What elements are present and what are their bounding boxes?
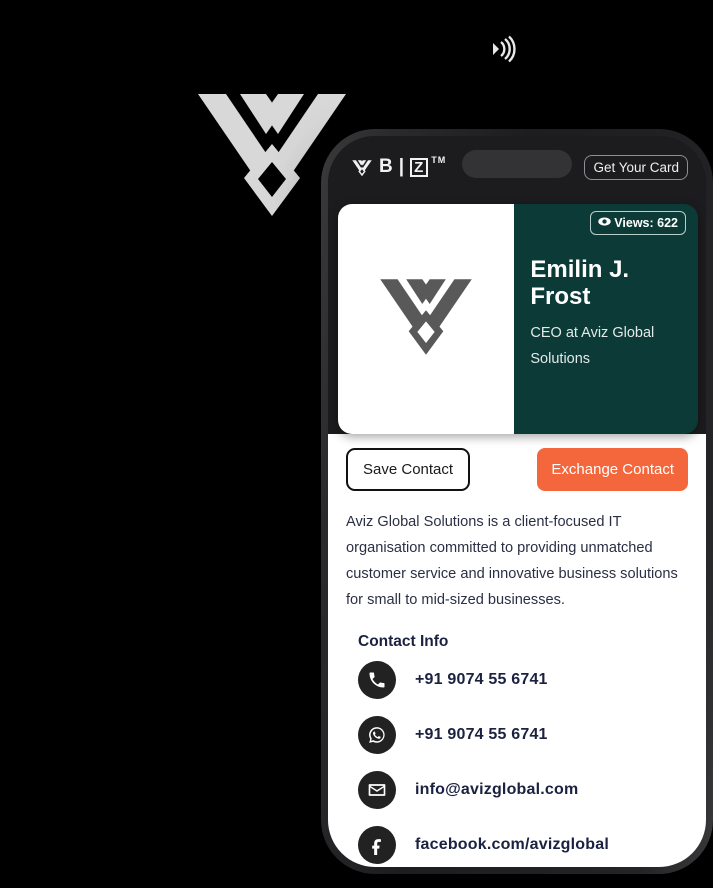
aviz-w-logo-small-icon xyxy=(352,160,372,177)
card-info-panel: Views: 622 Emilin J. Frost CEO at Aviz G… xyxy=(514,204,698,434)
card-logo-panel xyxy=(338,204,515,434)
brand-text-b: B xyxy=(379,156,394,177)
facebook-icon xyxy=(358,826,396,864)
broadcast-waves-icon xyxy=(484,32,518,66)
contact-value: info@avizglobal.com xyxy=(415,781,579,798)
contact-list: +91 9074 55 6741 +91 9074 55 6741 info@a… xyxy=(346,661,688,864)
contact-row-facebook[interactable]: facebook.com/avizglobal xyxy=(346,826,688,864)
brand-trademark: TM xyxy=(431,155,447,165)
card-person-name: Emilin J. Frost xyxy=(530,256,630,310)
brand-wordmark: B | Z TM xyxy=(379,155,448,177)
get-your-card-button[interactable]: Get Your Card xyxy=(584,154,688,180)
business-card[interactable]: Views: 622 Emilin J. Frost CEO at Aviz G… xyxy=(338,204,698,434)
save-contact-button[interactable]: Save Contact xyxy=(346,448,471,491)
email-icon xyxy=(358,771,396,809)
contact-row-phone[interactable]: +91 9074 55 6741 xyxy=(346,661,688,699)
brand-text-z: Z xyxy=(410,157,429,177)
contact-info-heading: Contact Info xyxy=(358,633,449,650)
brand-divider: | xyxy=(398,156,406,177)
brand-logo[interactable]: B | Z TM xyxy=(352,155,448,177)
contact-value: facebook.com/avizglobal xyxy=(415,836,609,853)
contact-row-email[interactable]: info@avizglobal.com xyxy=(346,771,688,809)
eye-icon xyxy=(598,215,612,231)
content-sheet: Save Contact Exchange Contact Aviz Globa… xyxy=(328,434,706,867)
contact-row-whatsapp[interactable]: +91 9074 55 6741 xyxy=(346,716,688,754)
exchange-contact-button[interactable]: Exchange Contact xyxy=(537,448,688,491)
action-buttons: Save Contact Exchange Contact xyxy=(346,448,688,491)
app-bar: B | Z TM Get Your Card xyxy=(328,136,706,198)
card-person-title: CEO at Aviz Global Solutions xyxy=(530,325,655,367)
whatsapp-icon xyxy=(358,716,396,754)
contact-value: +91 9074 55 6741 xyxy=(415,671,548,688)
phone-screen: B | Z TM Get Your Card Views: 622 Emilin… xyxy=(328,136,706,867)
about-text: Aviz Global Solutions is a client-focuse… xyxy=(346,514,678,608)
contact-value: +91 9074 55 6741 xyxy=(415,726,548,743)
views-badge: Views: 622 xyxy=(590,211,686,235)
aviz-w-logo-card-icon xyxy=(379,278,473,361)
screenshot-stage: B | Z TM Get Your Card Views: 622 Emilin… xyxy=(0,0,713,888)
dynamic-island xyxy=(462,150,572,178)
phone-device: B | Z TM Get Your Card Views: 622 Emilin… xyxy=(321,129,713,874)
phone-icon xyxy=(358,661,396,699)
views-label: Views: 622 xyxy=(614,216,678,230)
